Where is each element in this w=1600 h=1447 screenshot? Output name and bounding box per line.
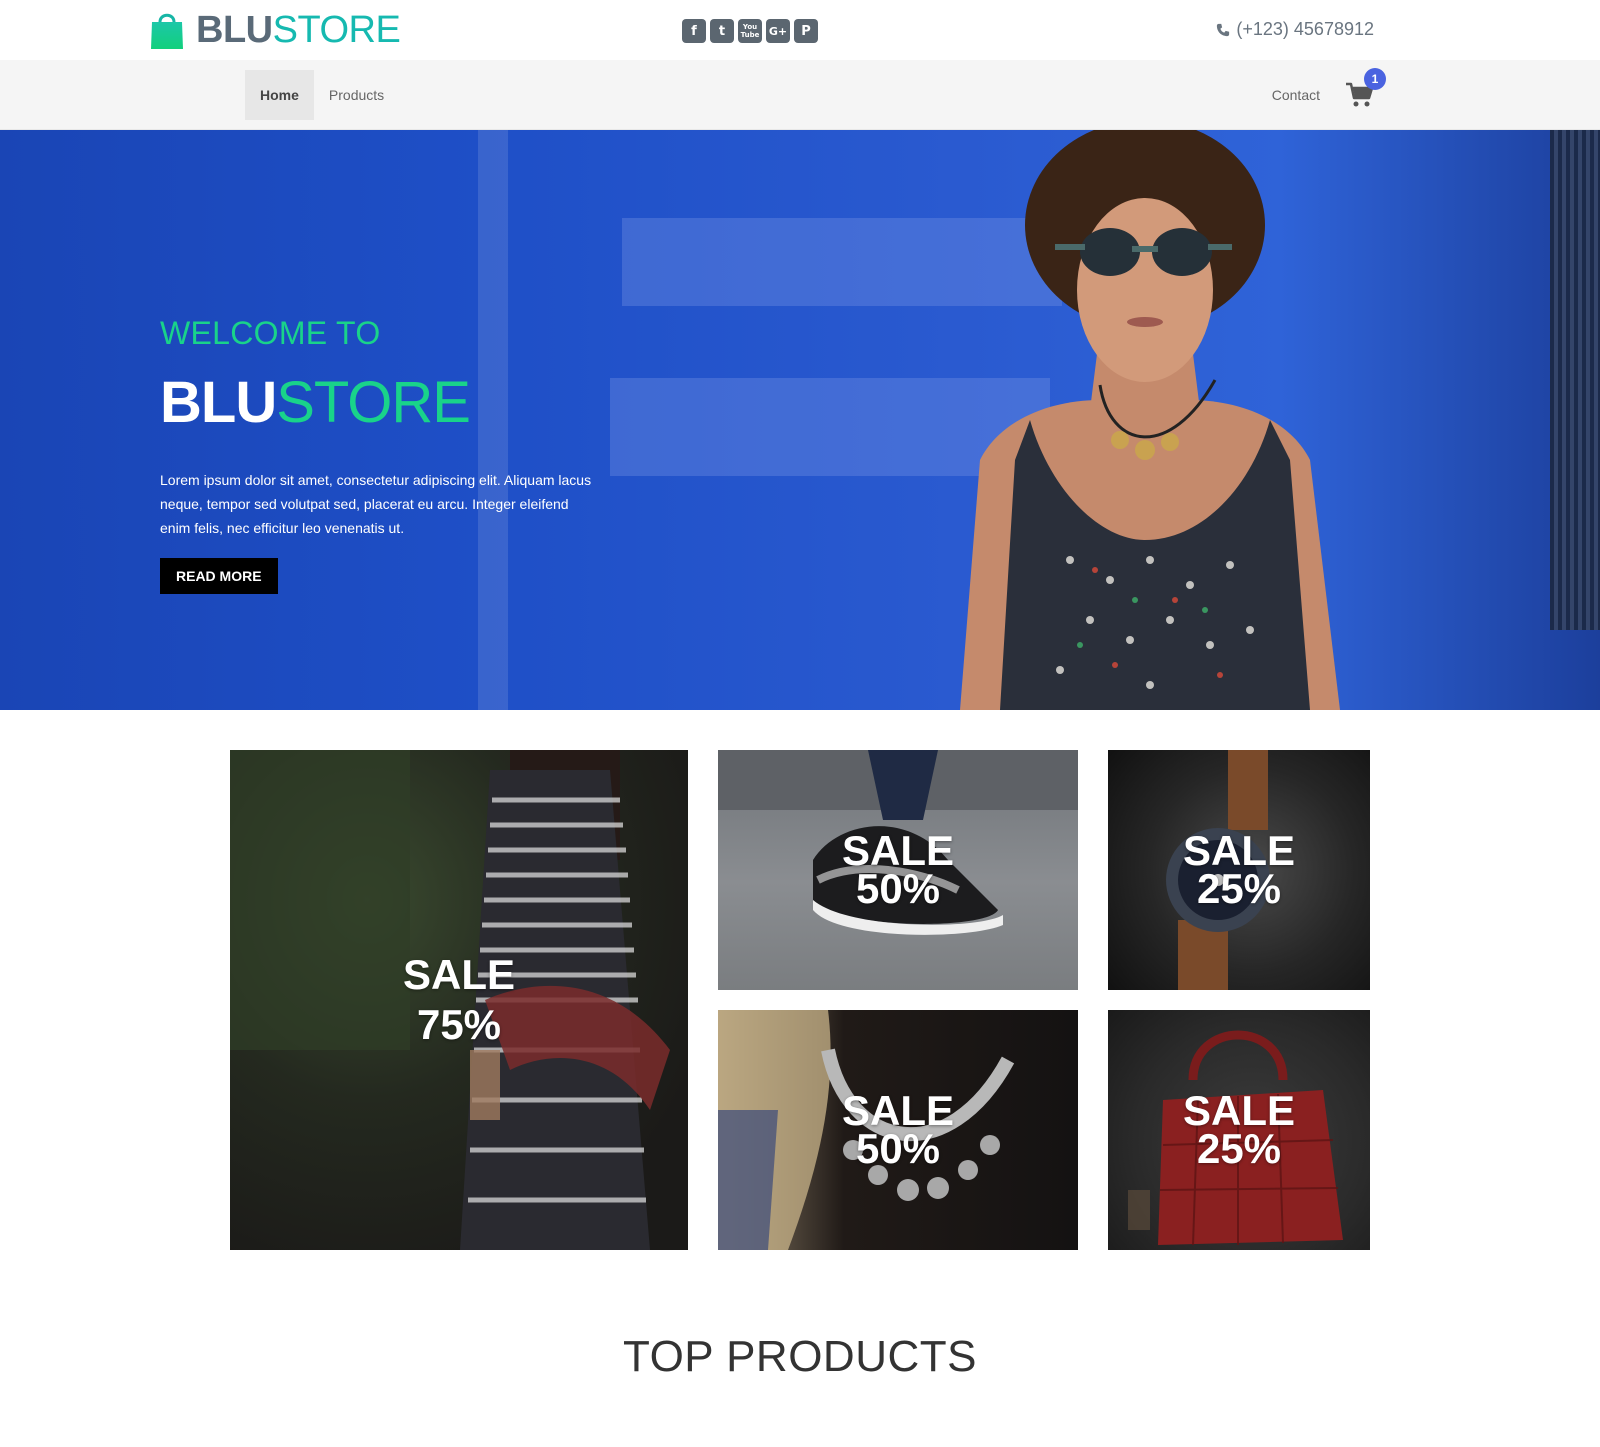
hero-banner: WELCOME TO BLUSTORE Lorem ipsum dolor si… [0,130,1600,710]
facebook-icon[interactable]: f [682,19,706,43]
sale-tile-handbag-line2: 25% [1196,1125,1282,1172]
sale-tile-dress-line1: SALE [402,951,515,998]
phone-number: (+123) 45678912 [1236,19,1374,39]
sale-tile-necklace-line2: 50% [855,1125,941,1172]
phone-contact: (+123) 45678912 [1216,19,1374,40]
nav-right: Contact 1 [1272,68,1386,120]
nav-item-home[interactable]: Home [245,70,314,120]
hero-model-image [960,130,1340,710]
hero-title-part2: STORE [276,370,471,435]
hero-shutter [1550,130,1600,630]
social-links: f t You Tube G+ P [682,19,818,43]
sale-tile-shoes-line2: 50% [855,865,941,912]
sale-tile-shoes-label: SALE 50% [718,830,1078,912]
read-more-button[interactable]: READ MORE [160,558,278,594]
sale-tile-shoes[interactable]: SALE 50% [718,750,1078,990]
sale-tile-necklace-label: SALE 50% [718,1090,1078,1172]
google-plus-icon[interactable]: G+ [766,19,790,43]
nav-menu: Home Products [245,70,399,120]
sale-tile-handbag[interactable]: SALE 25% [1108,1010,1370,1250]
hero-welcome: WELCOME TO [160,315,381,351]
sale-tile-dress[interactable]: SALE 75% [230,750,688,1250]
top-products-heading: TOP PRODUCTS [623,1332,977,1381]
brand-logo[interactable]: BLUSTORE [150,9,401,51]
youtube-glyph-bottom: Tube [740,31,760,39]
shopping-bag-icon [151,13,183,49]
sale-tile-dress-label: SALE 75% [230,950,688,1050]
nav-item-products[interactable]: Products [314,70,399,120]
sale-tile-dress-line2: 75% [416,1001,502,1048]
pinterest-icon[interactable]: P [794,19,818,43]
hero-title: BLUSTORE [160,370,620,436]
hero-description: Lorem ipsum dolor sit amet, consectetur … [160,472,592,536]
sale-tile-necklace[interactable]: SALE 50% [718,1010,1078,1250]
youtube-glyph-top: You [742,23,758,31]
phone-icon [1217,23,1230,36]
top-header: BLUSTORE f t You Tube G+ P (+123) 456789… [0,0,1600,60]
hero-content: WELCOME TO BLUSTORE Lorem ipsum dolor si… [160,315,620,594]
brand-name: BLUSTORE [196,9,401,51]
brand-name-part2: STORE [272,9,401,51]
hero-title-part1: BLU [160,370,277,435]
sale-tile-watch[interactable]: SALE 25% [1108,750,1370,990]
main-navbar: Home Products Contact 1 [0,60,1600,130]
sale-tile-handbag-label: SALE 25% [1108,1090,1370,1172]
brand-name-part1: BLU [196,9,273,51]
cart-button[interactable]: 1 [1346,68,1386,108]
sale-tile-watch-label: SALE 25% [1108,830,1370,912]
twitter-icon[interactable]: t [710,19,734,43]
nav-item-contact[interactable]: Contact [1272,87,1320,103]
cart-count-badge: 1 [1364,68,1386,90]
youtube-icon[interactable]: You Tube [738,19,762,43]
sale-tile-watch-line2: 25% [1196,865,1282,912]
